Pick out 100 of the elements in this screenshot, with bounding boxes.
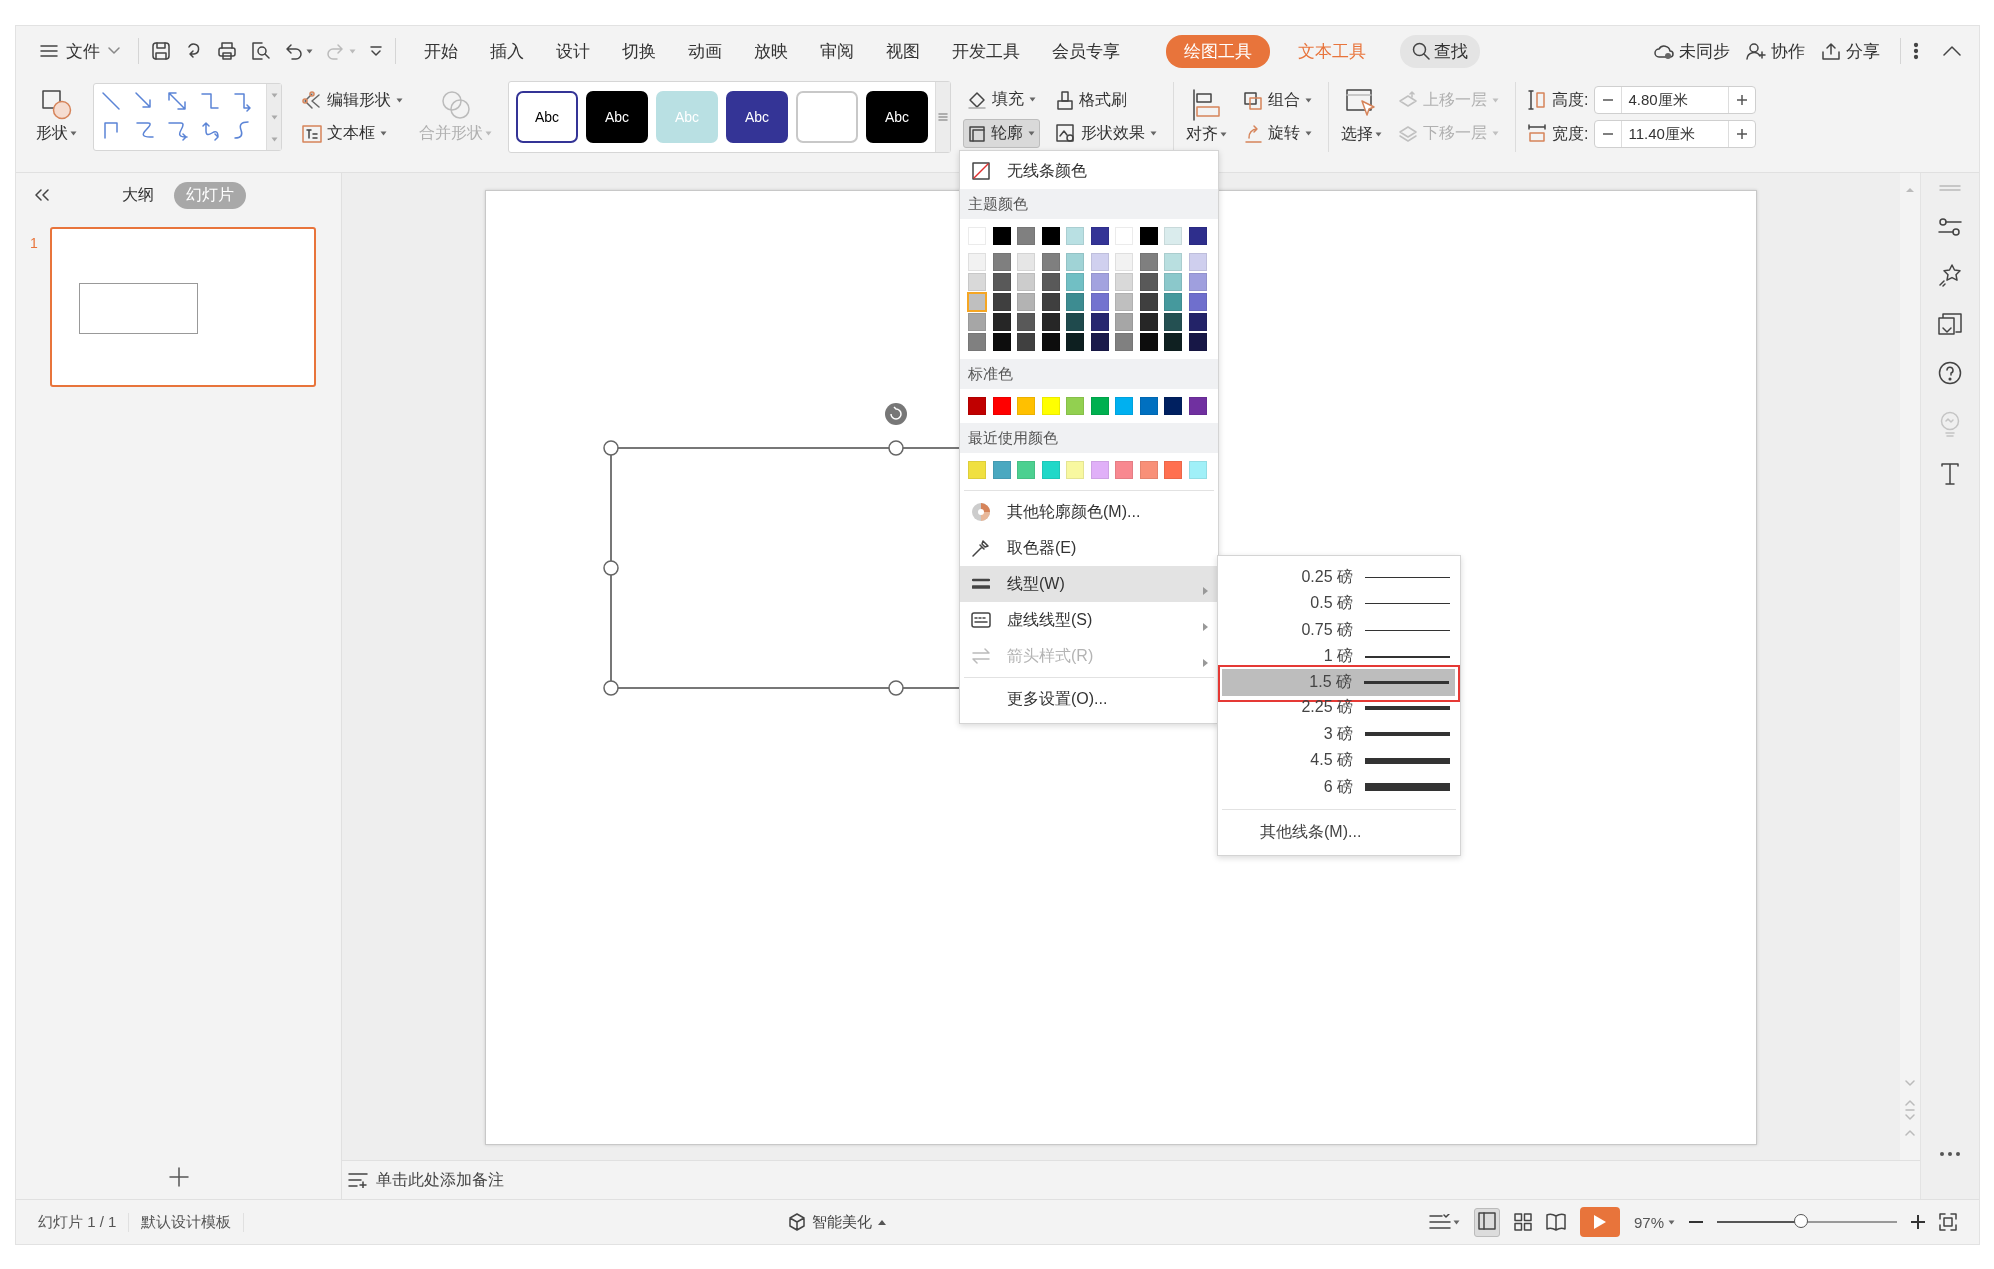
color-swatch[interactable] xyxy=(1164,227,1182,245)
resize-handle[interactable] xyxy=(888,680,904,696)
color-swatch[interactable] xyxy=(1139,227,1158,245)
color-swatch[interactable] xyxy=(1164,253,1182,271)
shape-style-preset[interactable]: Abc xyxy=(586,91,648,143)
line-weight-option[interactable]: 3 磅 xyxy=(1223,721,1455,748)
color-swatch[interactable] xyxy=(1066,253,1084,271)
color-swatch[interactable] xyxy=(1090,461,1109,479)
color-swatch[interactable] xyxy=(1139,253,1158,271)
color-swatch[interactable] xyxy=(1066,461,1084,479)
align-button[interactable]: 对齐 xyxy=(1180,85,1233,149)
line-weight-option[interactable]: 6 磅 xyxy=(1223,774,1455,801)
color-swatch[interactable] xyxy=(992,333,1011,351)
slide-sorter-icon[interactable] xyxy=(1514,1213,1532,1231)
menu-tab[interactable]: 会员专享 xyxy=(1036,34,1136,68)
color-swatch[interactable] xyxy=(1041,273,1060,291)
color-swatch[interactable] xyxy=(1139,313,1158,331)
menu-item[interactable]: 其他线条(M)... xyxy=(1218,815,1362,849)
color-swatch[interactable] xyxy=(1066,273,1084,291)
color-swatch[interactable] xyxy=(992,253,1011,271)
color-swatch[interactable] xyxy=(1017,253,1035,271)
color-swatch[interactable] xyxy=(992,293,1011,311)
color-swatch[interactable] xyxy=(1188,397,1207,415)
menu-item[interactable]: 其他轮廓颜色(M)... xyxy=(960,494,1218,530)
magic-star-icon[interactable] xyxy=(1938,263,1962,287)
color-swatch[interactable] xyxy=(1164,313,1182,331)
color-swatch[interactable] xyxy=(1041,227,1060,245)
color-swatch[interactable] xyxy=(1139,461,1158,479)
color-swatch[interactable] xyxy=(1090,397,1109,415)
add-slide-icon[interactable] xyxy=(168,1167,189,1187)
resize-handle[interactable] xyxy=(603,680,619,696)
menu-item[interactable]: 无线条颜色 xyxy=(960,153,1218,189)
color-swatch[interactable] xyxy=(1139,397,1158,415)
color-swatch[interactable] xyxy=(1090,313,1109,331)
color-swatch[interactable] xyxy=(1090,293,1109,311)
play-button[interactable] xyxy=(1580,1207,1620,1237)
color-swatch[interactable] xyxy=(1041,461,1060,479)
screen-cast-icon[interactable] xyxy=(1938,313,1962,335)
color-swatch[interactable] xyxy=(1017,333,1035,351)
line-weight-option[interactable]: 2.25 磅 xyxy=(1223,694,1455,721)
pane-handle-icon[interactable] xyxy=(1939,185,1961,191)
color-swatch[interactable] xyxy=(1164,293,1182,311)
zoom-in-icon[interactable] xyxy=(1911,1215,1925,1229)
height-field[interactable]: 4.80厘米 xyxy=(1594,86,1757,114)
color-swatch[interactable] xyxy=(1066,293,1084,311)
notes-toggle-icon[interactable] xyxy=(1429,1214,1451,1230)
shape-button[interactable]: 形状 xyxy=(30,86,83,148)
save-icon[interactable] xyxy=(151,41,171,61)
color-swatch[interactable] xyxy=(1164,461,1182,479)
shape-style-preset[interactable]: Abc xyxy=(866,91,928,143)
format-painter-button[interactable]: 格式刷 xyxy=(1052,87,1161,114)
color-swatch[interactable] xyxy=(1139,273,1158,291)
color-swatch[interactable] xyxy=(1188,333,1207,351)
color-swatch[interactable] xyxy=(968,461,986,479)
line-weight-option[interactable]: 1.5 磅 xyxy=(1222,669,1455,696)
menu-tab[interactable]: 开始 xyxy=(408,34,474,68)
color-swatch[interactable] xyxy=(1017,293,1035,311)
beautify-button[interactable]: 智能美化 xyxy=(781,1210,892,1234)
sync-button[interactable]: 未同步 xyxy=(1646,35,1738,67)
color-swatch[interactable] xyxy=(968,273,986,291)
color-swatch[interactable] xyxy=(992,461,1011,479)
menu-tab[interactable]: 放映 xyxy=(738,34,804,68)
color-swatch[interactable] xyxy=(1041,333,1060,351)
color-swatch[interactable] xyxy=(1017,313,1035,331)
rotate-button[interactable]: 旋转 xyxy=(1239,120,1316,147)
normal-view-button[interactable] xyxy=(1474,1207,1500,1237)
more-icon[interactable] xyxy=(1913,42,1919,60)
search-button[interactable]: 查找 xyxy=(1400,34,1480,68)
line-weight-option[interactable]: 0.75 磅 xyxy=(1223,617,1455,644)
gallery-more-icon[interactable] xyxy=(938,113,948,121)
color-swatch[interactable] xyxy=(1115,397,1133,415)
line-weight-option[interactable]: 4.5 磅 xyxy=(1223,747,1455,774)
color-swatch[interactable] xyxy=(1188,227,1207,245)
color-swatch[interactable] xyxy=(1188,313,1207,331)
color-swatch[interactable] xyxy=(1115,333,1133,351)
resize-handle[interactable] xyxy=(603,560,619,576)
minus-icon[interactable] xyxy=(1603,133,1614,135)
select-button[interactable]: 选择 xyxy=(1335,85,1388,149)
plus-icon[interactable] xyxy=(1737,95,1748,105)
color-swatch[interactable] xyxy=(968,253,986,271)
color-swatch[interactable] xyxy=(1115,273,1133,291)
line-shape-icon[interactable] xyxy=(133,119,157,141)
color-swatch[interactable] xyxy=(1090,273,1109,291)
line-shape-icon[interactable] xyxy=(166,119,190,141)
color-swatch[interactable] xyxy=(968,313,986,331)
outline-button[interactable]: 轮廓 xyxy=(963,119,1040,148)
share-button[interactable]: 分享 xyxy=(1813,35,1888,67)
print-icon[interactable] xyxy=(217,41,237,61)
text-box-button[interactable]: 文本框 xyxy=(298,120,407,147)
group-button[interactable]: 组合 xyxy=(1239,87,1316,114)
color-swatch[interactable] xyxy=(968,293,986,311)
panel-tab[interactable]: 大纲 xyxy=(110,181,166,209)
color-swatch[interactable] xyxy=(1115,313,1133,331)
zoom-level[interactable]: 97% xyxy=(1634,1213,1664,1231)
notes-placeholder[interactable]: 单击此处添加备注 xyxy=(376,1169,504,1191)
undo-icon[interactable] xyxy=(283,41,303,61)
reading-view-icon[interactable] xyxy=(1546,1213,1566,1231)
color-swatch[interactable] xyxy=(968,333,986,351)
color-swatch[interactable] xyxy=(992,397,1011,415)
menu-tab[interactable]: 视图 xyxy=(870,34,936,68)
